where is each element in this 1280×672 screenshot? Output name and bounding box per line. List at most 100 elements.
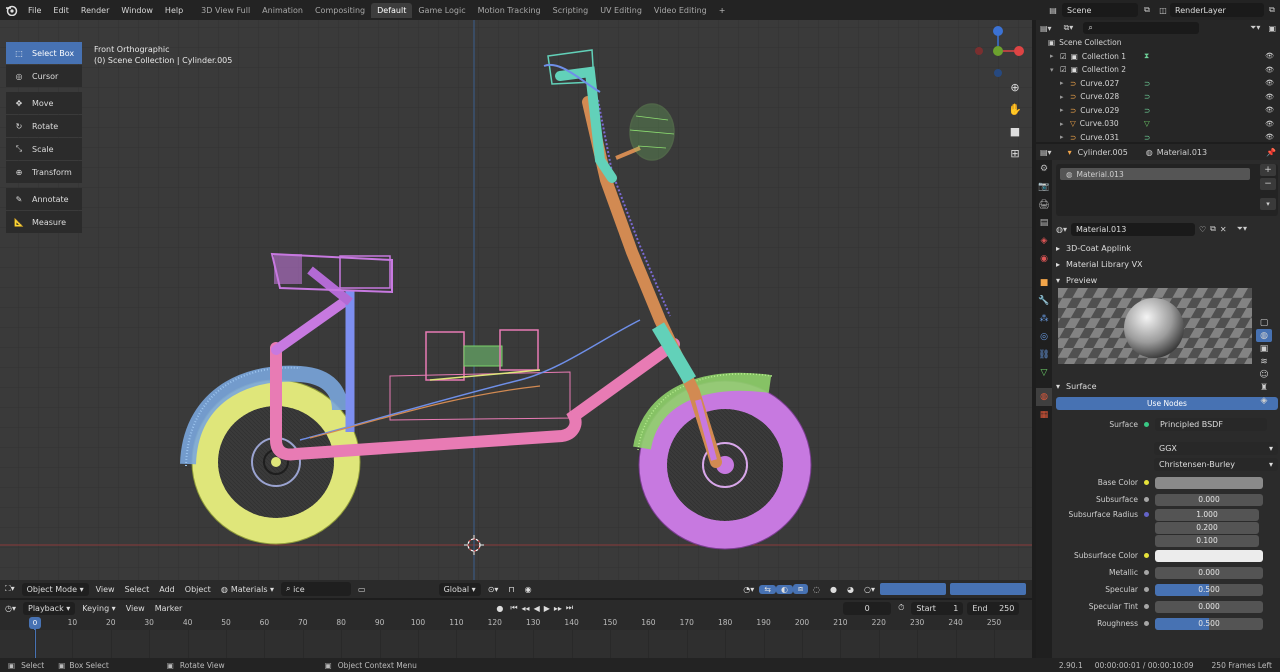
3d-viewport[interactable]: ⬚ Select Box ◎ Cursor ✥ Move ↻ Rotate ⤡ Scale ⊕ Tra… xyxy=(0,20,1032,598)
clock-icon[interactable]: ◷▾ xyxy=(0,604,21,613)
preview-hair-icon[interactable]: ≋ xyxy=(1256,355,1272,368)
properties-editor-icon[interactable]: ▤▾ xyxy=(1040,148,1052,157)
use-preview-range-icon[interactable]: ⏱ xyxy=(893,603,909,613)
menu-render[interactable]: Render xyxy=(75,6,115,15)
menu-help[interactable]: Help xyxy=(159,6,189,15)
material-filter-icon[interactable]: ⏷▾ xyxy=(1237,224,1247,234)
visibility-eye-icon[interactable]: 👁 xyxy=(1265,93,1274,101)
preview-sphere-type-icon[interactable]: ◍ xyxy=(1256,329,1272,342)
xray-icon[interactable]: ⧈ xyxy=(792,584,809,594)
preview-flat-icon[interactable]: ▢ xyxy=(1256,316,1272,329)
play-icon[interactable]: ▶ xyxy=(542,604,552,613)
render-layer-icon[interactable]: ◫ xyxy=(1156,6,1170,15)
keying-dropdown[interactable]: Keying ▾ xyxy=(77,604,120,613)
duplicate-material-icon[interactable]: ⧉ xyxy=(1210,224,1216,234)
next-key-icon[interactable]: ▸▸ xyxy=(552,604,564,613)
scene-browse-icon[interactable]: ⧉ xyxy=(1138,5,1156,15)
visibility-eye-icon[interactable]: 👁 xyxy=(1265,52,1274,60)
add-menu[interactable]: Add xyxy=(154,585,180,594)
render-layer-field[interactable]: RenderLayer xyxy=(1170,3,1264,17)
materials-menu[interactable]: ◍ Materials ▾ xyxy=(216,585,279,594)
subsurface-radius-field-0[interactable]: 1.000 xyxy=(1155,508,1259,521)
material-slot-list[interactable]: ◍ Material.013 xyxy=(1056,164,1278,216)
jump-end-icon[interactable]: ⏭ xyxy=(564,603,575,613)
playback-dropdown[interactable]: Playback ▾ xyxy=(23,601,76,615)
add-workspace-button[interactable]: + xyxy=(713,3,732,18)
panel-header-preview[interactable]: ▾ Preview xyxy=(1056,272,1278,288)
add-slot-button[interactable]: + xyxy=(1260,164,1276,176)
outliner-row[interactable]: ▸ ▽ Curve.030 ▽ 👁 xyxy=(1036,117,1280,131)
subsurface-field[interactable]: 0.000 xyxy=(1155,493,1263,506)
workspace-tab-motion-tracking[interactable]: Motion Tracking xyxy=(472,3,547,18)
select-menu[interactable]: Select xyxy=(120,585,155,594)
outliner-row[interactable]: ▾ ☑ ▣ Collection 2 👁 xyxy=(1036,63,1280,77)
transform-orientation-dropdown[interactable]: Global ▾ xyxy=(438,582,481,596)
tool-scale[interactable]: ⤡ Scale xyxy=(6,138,82,160)
tool-rotate[interactable]: ↻ Rotate xyxy=(6,115,82,137)
overlays-icon[interactable]: ◐ xyxy=(775,584,793,594)
prev-key-icon[interactable]: ◂◂ xyxy=(520,604,532,613)
proportional-edit-icon[interactable]: ◉ xyxy=(520,585,537,594)
view-menu[interactable]: View xyxy=(91,585,120,594)
outliner-row[interactable]: ▸ ☑ ▣ Collection 1 ⧗ 👁 xyxy=(1036,50,1280,64)
object-menu[interactable]: Object xyxy=(180,585,216,594)
shading-rendered-icon[interactable]: ○▾ xyxy=(859,585,880,594)
bone-layers-b[interactable] xyxy=(950,583,1026,595)
outliner-row[interactable]: ▸ ⊃ Curve.029 ⊃ 👁 xyxy=(1036,104,1280,118)
visibility-icon[interactable]: ◔▾ xyxy=(738,585,759,594)
visibility-eye-icon[interactable]: 👁 xyxy=(1265,133,1274,141)
preview-monkey-icon[interactable]: ☺ xyxy=(1256,368,1272,381)
object-mode-dropdown[interactable]: Object Mode ▾ xyxy=(21,582,89,596)
outliner-display-mode-icon[interactable]: ⧉▾ xyxy=(1064,23,1074,33)
tool-select-box[interactable]: ⬚ Select Box xyxy=(6,42,82,64)
pivot-icon[interactable]: ⊙▾ xyxy=(483,585,504,594)
workspace-tab-compositing[interactable]: Compositing xyxy=(309,3,371,18)
view-layer-browse-icon[interactable]: ⧉ xyxy=(1264,5,1280,15)
shading-material-icon[interactable]: ◕ xyxy=(842,585,859,594)
specular-field[interactable]: 0.500 xyxy=(1155,583,1263,596)
play-reverse-icon[interactable]: ◀ xyxy=(532,604,542,613)
use-nodes-button[interactable]: Use Nodes xyxy=(1056,397,1278,410)
workspace-tab-game-logic[interactable]: Game Logic xyxy=(412,3,471,18)
zoom-icon[interactable]: ⊕ xyxy=(1006,78,1024,96)
shading-wireframe-icon[interactable]: ◌ xyxy=(808,585,825,594)
panel-header-material-library-vx[interactable]: ▸ Material Library VX xyxy=(1056,256,1278,272)
preview-cloth-icon[interactable]: ♜ xyxy=(1256,381,1272,394)
subsurface-radius-field-2[interactable]: 0.100 xyxy=(1155,534,1259,547)
subsurface-radius-field-1[interactable]: 0.200 xyxy=(1155,521,1259,534)
blender-logo-icon[interactable] xyxy=(0,0,22,20)
menu-file[interactable]: File xyxy=(22,6,47,15)
perspective-grid-icon[interactable]: ⊞ xyxy=(1006,144,1024,162)
preview-cube-icon[interactable]: ▣ xyxy=(1256,342,1272,355)
tool-cursor[interactable]: ◎ Cursor xyxy=(6,65,82,87)
outliner-root[interactable]: ▣ Scene Collection xyxy=(1036,36,1280,50)
visibility-eye-icon[interactable]: 👁 xyxy=(1265,106,1274,114)
base-color-field[interactable] xyxy=(1155,476,1263,489)
visibility-eye-icon[interactable]: 👁 xyxy=(1265,120,1274,128)
outliner-row[interactable]: ▸ ⊃ Curve.028 ⊃ 👁 xyxy=(1036,90,1280,104)
search-input[interactable]: ⌕ ice xyxy=(281,582,352,596)
workspace-tab-animation[interactable]: Animation xyxy=(256,3,309,18)
scene-icon[interactable]: ▤ xyxy=(1044,6,1062,15)
outliner-filter-icon[interactable]: ⏷▾ xyxy=(1250,23,1260,33)
scene-field[interactable]: Scene xyxy=(1062,3,1138,17)
tool-transform[interactable]: ⊕ Transform xyxy=(6,161,82,183)
fake-user-icon[interactable]: ♡ xyxy=(1199,225,1206,234)
distribution-dropdown[interactable]: GGX ▾ xyxy=(1154,441,1278,455)
modifier-tab-icon[interactable]: 🔧 xyxy=(1036,292,1052,310)
jump-start-icon[interactable]: ⏮ xyxy=(508,603,519,613)
marker-menu[interactable]: Marker xyxy=(150,604,188,613)
shading-solid-icon[interactable]: ● xyxy=(825,585,842,594)
object-tab-icon[interactable]: ■ xyxy=(1036,274,1052,292)
tool-move[interactable]: ✥ Move xyxy=(6,92,82,114)
playhead[interactable]: 0 xyxy=(29,617,41,629)
material-slot-row[interactable]: ◍ Material.013 xyxy=(1060,168,1250,180)
material-tab-icon[interactable]: ◍ xyxy=(1036,388,1052,406)
output-tab-icon[interactable]: 🖨 xyxy=(1036,196,1052,214)
surface-shader-field[interactable]: Principled BSDF xyxy=(1155,417,1267,431)
workspace-tab-scripting[interactable]: Scripting xyxy=(547,3,595,18)
pin-icon[interactable]: 📌 xyxy=(1266,148,1276,157)
subsurface-color-field[interactable] xyxy=(1155,549,1263,562)
material-browse-icon[interactable]: ◍▾ xyxy=(1056,225,1067,234)
particles-tab-icon[interactable]: ⁂ xyxy=(1036,310,1052,328)
